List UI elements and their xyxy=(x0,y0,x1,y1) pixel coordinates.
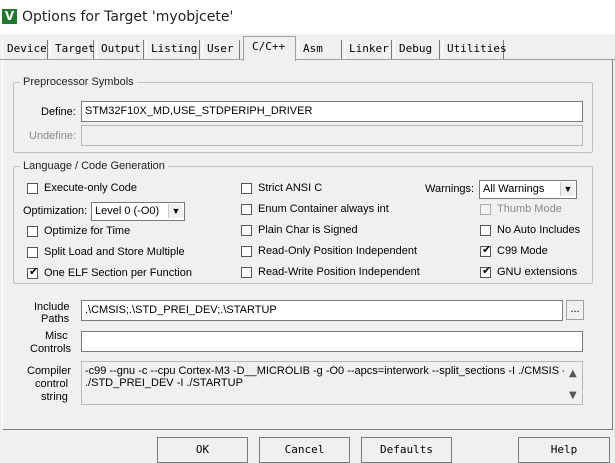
enum-container-label: Enum Container always int xyxy=(258,203,389,215)
include-paths-label-line2: Paths xyxy=(41,313,70,325)
one-elf-checkbox[interactable]: ✔ xyxy=(27,265,39,279)
tab-device[interactable]: Device xyxy=(2,40,48,59)
tab-debug[interactable]: Debug xyxy=(394,40,440,59)
thumb-mode-label: Thumb Mode xyxy=(497,203,562,215)
undefine-label: Undefine: xyxy=(29,130,77,142)
compiler-string-line1: -c99 --gnu -c --cpu Cortex-M3 -D__MICROL… xyxy=(85,365,564,377)
c99-mode-checkbox[interactable]: ✔ xyxy=(480,243,492,257)
include-paths-label-line1: Include xyxy=(34,301,70,313)
enum-container-checkbox[interactable] xyxy=(241,204,252,215)
cancel-button[interactable]: Cancel xyxy=(259,437,350,463)
split-load-checkbox[interactable] xyxy=(27,247,38,258)
ro-pi-label: Read-Only Position Independent xyxy=(258,245,417,257)
rw-pi-checkbox[interactable] xyxy=(241,267,252,278)
warnings-value: All Warnings xyxy=(483,183,545,195)
language-legend: Language / Code Generation xyxy=(23,160,165,172)
optimize-time-checkbox[interactable] xyxy=(27,226,38,237)
compiler-string-textarea[interactable]: -c99 --gnu -c --cpu Cortex-M3 -D__MICROL… xyxy=(81,361,583,405)
c-cpp-panel: Preprocessor Symbols Define: STM32F10X_M… xyxy=(2,60,613,430)
misc-controls-input[interactable] xyxy=(81,331,583,352)
c99-mode-label: C99 Mode xyxy=(497,245,548,257)
tab-user[interactable]: User xyxy=(202,40,240,59)
undefine-input[interactable] xyxy=(81,125,583,146)
window-title: Options for Target 'myobjcete' xyxy=(22,9,234,25)
tab-bar: Device Target Output Listing User C/C++ … xyxy=(0,34,615,61)
scroll-down-icon[interactable]: ▼ xyxy=(569,391,577,401)
app-icon: V xyxy=(2,9,17,24)
chevron-down-icon: ▼ xyxy=(560,182,575,196)
check-icon: ✔ xyxy=(482,264,492,277)
include-paths-input[interactable]: .\CMSIS;.\STD_PREI_DEV;.\STARTUP xyxy=(81,300,563,321)
compiler-string-line2: ./STD_PREI_DEV -I ./STARTUP xyxy=(85,377,243,389)
include-paths-browse-button[interactable]: ... xyxy=(566,300,584,320)
strict-ansi-checkbox[interactable] xyxy=(241,183,252,194)
plain-char-label: Plain Char is Signed xyxy=(258,224,358,236)
gnu-extensions-label: GNU extensions xyxy=(497,266,578,278)
warnings-label: Warnings: xyxy=(425,183,475,195)
tab-target[interactable]: Target xyxy=(50,40,95,59)
compiler-string-label-line1: Compiler xyxy=(27,365,72,377)
no-auto-includes-checkbox[interactable] xyxy=(480,225,491,236)
warnings-select[interactable]: All Warnings ▼ xyxy=(479,180,577,199)
define-input[interactable]: STM32F10X_MD,USE_STDPERIPH_DRIVER xyxy=(81,101,583,122)
strict-ansi-label: Strict ANSI C xyxy=(258,182,323,194)
execute-only-checkbox[interactable] xyxy=(27,183,38,194)
one-elf-label: One ELF Section per Function xyxy=(44,267,192,279)
define-label: Define: xyxy=(41,106,76,118)
tab-listing[interactable]: Listing xyxy=(146,40,200,59)
split-load-label: Split Load and Store Multiple xyxy=(44,246,185,258)
rw-pi-label: Read-Write Position Independent xyxy=(258,266,420,278)
tab-utilities[interactable]: Utilities xyxy=(442,40,507,59)
dialog-button-bar: OK Cancel Defaults Help xyxy=(0,432,615,463)
check-icon: ✔ xyxy=(29,265,39,278)
tab-output[interactable]: Output xyxy=(96,40,144,59)
tab-asm[interactable]: Asm xyxy=(298,40,342,59)
misc-controls-label-line2: Controls xyxy=(30,343,71,355)
check-icon: ✔ xyxy=(482,243,492,256)
compiler-string-label-line2: control xyxy=(35,378,69,390)
help-button[interactable]: Help xyxy=(518,437,610,463)
preprocessor-legend: Preprocessor Symbols xyxy=(23,76,134,88)
execute-only-label: Execute-only Code xyxy=(44,182,137,194)
scroll-up-icon[interactable]: ▲ xyxy=(569,369,577,379)
optimization-select[interactable]: Level 0 (-O0) ▼ xyxy=(91,202,185,221)
thumb-mode-checkbox[interactable] xyxy=(480,204,491,215)
chevron-down-icon: ▼ xyxy=(168,204,183,218)
gnu-extensions-checkbox[interactable]: ✔ xyxy=(480,264,492,278)
misc-controls-label-line1: Misc xyxy=(45,330,68,342)
tab-c-cpp[interactable]: C/C++ xyxy=(243,36,296,61)
optimization-value: Level 0 (-O0) xyxy=(95,205,160,217)
compiler-string-label-line3: string xyxy=(41,391,68,403)
title-bar: V Options for Target 'myobjcete' xyxy=(0,0,615,34)
optimize-time-label: Optimize for Time xyxy=(44,225,131,237)
ok-button[interactable]: OK xyxy=(157,437,248,463)
tab-linker[interactable]: Linker xyxy=(344,40,392,59)
ro-pi-checkbox[interactable] xyxy=(241,246,252,257)
plain-char-checkbox[interactable] xyxy=(241,225,252,236)
optimization-label: Optimization: xyxy=(23,205,88,217)
defaults-button[interactable]: Defaults xyxy=(361,437,452,463)
no-auto-includes-label: No Auto Includes xyxy=(497,224,581,236)
